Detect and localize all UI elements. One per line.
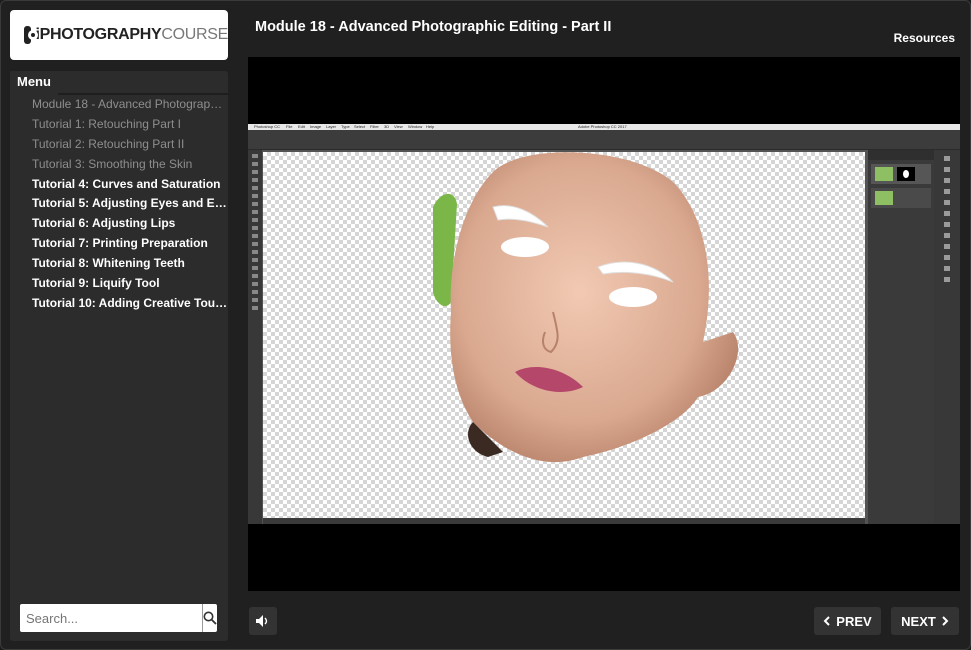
resources-link[interactable]: Resources: [894, 31, 955, 45]
menu-item-tutorial-7[interactable]: Tutorial 7: Printing Preparation: [10, 234, 228, 254]
next-label: NEXT: [901, 613, 936, 629]
chevron-right-icon: [942, 616, 949, 626]
menu-item-tutorial-6[interactable]: Tutorial 6: Adjusting Lips: [10, 214, 228, 234]
menu-item-tutorial-9[interactable]: Tutorial 9: Liquify Tool: [10, 274, 228, 294]
logo-text-primary: iPHOTOGRAPHY: [35, 26, 162, 43]
logo-camera-icon: [24, 26, 39, 44]
search-icon: [203, 611, 217, 625]
speaker-icon: [256, 615, 268, 627]
video-player[interactable]: Photoshop CC File Edit Image Layer Type …: [248, 57, 960, 591]
prev-label: PREV: [836, 613, 872, 629]
search-box: [20, 604, 217, 632]
chevron-left-icon: [823, 616, 831, 626]
ps-status-bar: [263, 518, 865, 524]
menu-item-tutorial-2[interactable]: Tutorial 2: Retouching Part II: [10, 135, 228, 155]
page-title: Module 18 - Advanced Photographic Editin…: [255, 19, 612, 35]
ps-layers-header: [868, 150, 934, 160]
menu-item-tutorial-1[interactable]: Tutorial 1: Retouching Part I: [10, 115, 228, 135]
volume-button[interactable]: [249, 607, 277, 635]
logo[interactable]: iPHOTOGRAPHY COURSE: [10, 10, 228, 60]
ps-layer-1: [871, 164, 931, 184]
menu-item-tutorial-5[interactable]: Tutorial 5: Adjusting Eyes and Eyelashes: [10, 194, 228, 214]
layer-thumbnail: [875, 167, 893, 181]
logo-text-secondary: COURSE: [161, 26, 228, 43]
ps-layer-background: [871, 188, 931, 208]
search-button[interactable]: [202, 604, 217, 632]
search-input[interactable]: [20, 604, 202, 632]
menu-item-tutorial-4[interactable]: Tutorial 4: Curves and Saturation: [10, 175, 228, 195]
portrait-image: [433, 152, 773, 518]
next-button[interactable]: NEXT: [891, 607, 959, 635]
sidebar: Menu Module 18 - Advanced Photographic E…: [10, 71, 228, 641]
menu-item-tutorial-10[interactable]: Tutorial 10: Adding Creative Touch: [10, 294, 228, 314]
menu-list: Module 18 - Advanced Photographic Editin…: [10, 95, 228, 314]
layer-thumbnail: [875, 191, 893, 205]
menu-item-module-18[interactable]: Module 18 - Advanced Photographic Editin…: [10, 95, 228, 115]
ps-canvas: [263, 152, 865, 518]
prev-button[interactable]: PREV: [814, 607, 881, 635]
ps-options-bar: [248, 130, 960, 150]
layer-mask-thumbnail: [897, 167, 915, 181]
ps-toolbar: [248, 150, 262, 524]
menu-item-tutorial-3[interactable]: Tutorial 3: Smoothing the Skin: [10, 155, 228, 175]
menu-tab[interactable]: Menu: [10, 71, 58, 95]
menu-item-tutorial-8[interactable]: Tutorial 8: Whitening Teeth: [10, 254, 228, 274]
ps-layers-panel: [868, 150, 934, 524]
video-frame-photoshop: Photoshop CC File Edit Image Layer Type …: [248, 124, 960, 524]
ps-right-toolbar: [934, 150, 960, 524]
